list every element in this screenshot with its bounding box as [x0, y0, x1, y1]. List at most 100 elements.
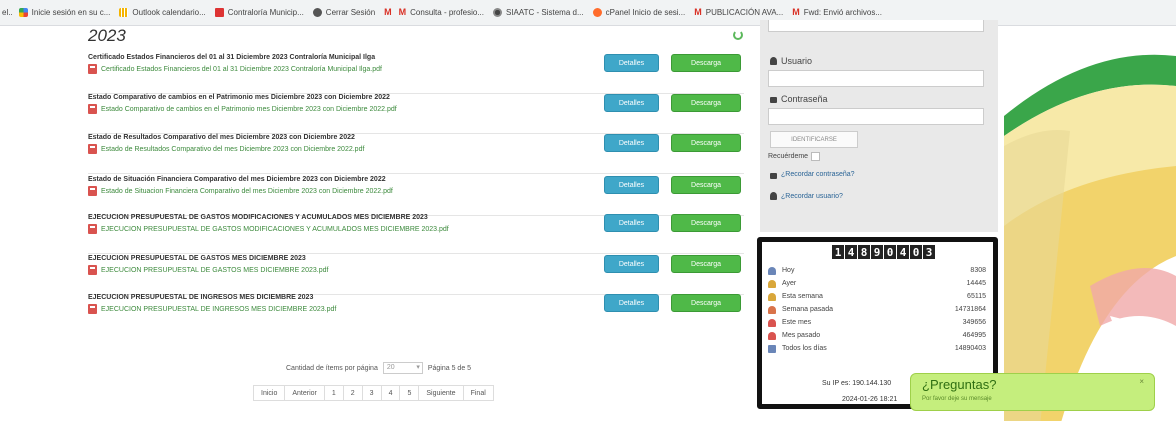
close-icon[interactable]: × — [1139, 377, 1144, 386]
page-4-button[interactable]: 4 — [380, 385, 401, 401]
download-button[interactable]: Descarga — [671, 255, 741, 273]
password-input[interactable] — [768, 108, 984, 125]
site-icon — [312, 8, 322, 17]
page-prev-button[interactable]: Anterior — [284, 385, 325, 401]
bookmark-item[interactable]: M Consulta - profesio... — [399, 8, 484, 18]
bookmark-item[interactable]: M — [384, 8, 396, 17]
document-title: Estado de Situación Financiera Comparati… — [88, 176, 386, 183]
page-first-button[interactable]: Inicio — [253, 385, 286, 401]
counter-digit: 9 — [871, 245, 883, 259]
counter-digit: 1 — [832, 245, 844, 259]
document-file-link[interactable]: EJECUCION PRESUPUESTAL DE INGRESOS MES D… — [88, 304, 336, 314]
bookmark-item[interactable]: Cerrar Sesión — [312, 8, 375, 17]
bookmarks-bar: el.. Inicie sesión en su c... Outlook ca… — [0, 0, 1176, 26]
document-title: Estado de Resultados Comparativo del mes… — [88, 134, 355, 141]
chevron-down-icon: ▾ — [416, 364, 420, 371]
chart-icon — [768, 344, 776, 353]
document-file-link[interactable]: EJECUCION PRESUPUESTAL DE GASTOS MES DIC… — [88, 265, 328, 275]
pdf-icon — [88, 144, 97, 154]
decorative-graphic — [1000, 26, 1176, 421]
bookmark-item[interactable]: Contraloría Municip... — [214, 8, 304, 17]
page-1-button[interactable]: 1 — [323, 385, 344, 401]
document-row: EJECUCION PRESUPUESTAL DE INGRESOS MES D… — [88, 294, 744, 334]
page-last-button[interactable]: Final — [462, 385, 494, 401]
document-title: Certificado Estados Financieros del 01 a… — [88, 54, 376, 61]
login-button[interactable]: IDENTIFICARSE — [770, 131, 858, 148]
gmail-icon: M — [384, 7, 392, 17]
download-button[interactable]: Descarga — [671, 214, 741, 232]
remember-checkbox[interactable] — [811, 152, 821, 161]
chat-widget[interactable]: ¿Preguntas? Por favor deje su mensaje × — [910, 373, 1155, 411]
counter-digits: 14890403 — [832, 245, 936, 259]
document-file-link[interactable]: Certificado Estados Financieros del 01 a… — [88, 64, 382, 74]
lock-icon — [770, 172, 777, 179]
details-button[interactable]: Detalles — [604, 54, 659, 72]
username-input[interactable] — [768, 70, 984, 87]
bookmark-item[interactable]: cPanel Inicio de sesi... — [592, 8, 685, 17]
per-page-label: Cantidad de ítems por página — [286, 364, 378, 372]
bookmark-item[interactable]: M Fwd: Envió archivos... — [792, 7, 882, 18]
users-icon — [768, 266, 776, 275]
document-row: Estado Comparativo de cambios en el Patr… — [88, 94, 744, 134]
bookmarks-overflow[interactable]: el.. — [2, 8, 13, 17]
pdf-icon — [88, 186, 97, 196]
page-next-button[interactable]: Siguiente — [418, 385, 464, 401]
pdf-icon — [88, 64, 97, 74]
counter-digit: 3 — [923, 245, 935, 259]
download-button[interactable]: Descarga — [671, 54, 741, 72]
download-button[interactable]: Descarga — [671, 176, 741, 194]
page-2-button[interactable]: 2 — [342, 385, 363, 401]
details-button[interactable]: Detalles — [604, 294, 659, 312]
document-row: Estado de Resultados Comparativo del mes… — [88, 134, 744, 174]
year-heading: 2023 — [88, 26, 126, 45]
users-icon — [768, 292, 776, 301]
refresh-icon[interactable] — [733, 30, 743, 40]
page-5-button[interactable]: 5 — [399, 385, 420, 401]
documents-panel: 2023 Certificado Estados Financieros del… — [76, 26, 748, 421]
document-file-link[interactable]: Estado de Situacion Financiera Comparati… — [88, 186, 393, 196]
users-icon — [768, 305, 776, 314]
per-page-select[interactable]: 20 ▾ — [382, 362, 423, 374]
document-file-link[interactable]: Estado de Resultados Comparativo del mes… — [88, 144, 364, 154]
details-button[interactable]: Detalles — [604, 214, 659, 232]
details-button[interactable]: Detalles — [604, 94, 659, 112]
pdf-icon — [88, 304, 97, 314]
document-file-link[interactable]: Estado Comparativo de cambios en el Patr… — [88, 104, 397, 114]
stat-row: Ayer 14445 — [768, 277, 986, 290]
pagination: Inicio Anterior 1 2 3 4 5 Siguiente Fina… — [253, 385, 494, 401]
bookmark-item[interactable]: SIAATC - Sistema d... — [492, 8, 584, 17]
download-button[interactable]: Descarga — [671, 94, 741, 112]
stat-row: Mes pasado 464995 — [768, 329, 986, 342]
document-file-link[interactable]: EJECUCION PRESUPUESTAL DE GASTOS MODIFIC… — [88, 224, 449, 234]
users-icon — [768, 331, 776, 340]
details-button[interactable]: Detalles — [604, 255, 659, 273]
document-title: EJECUCION PRESUPUESTAL DE GASTOS MODIFIC… — [88, 214, 428, 221]
bookmark-item[interactable]: Inicie sesión en su c... — [18, 8, 110, 17]
counter-digit: 0 — [910, 245, 922, 259]
stat-row: Todos los días 14890403 — [768, 342, 986, 355]
users-icon — [768, 318, 776, 327]
bookmark-item[interactable]: Outlook calendario... — [119, 8, 206, 17]
password-label: Contraseña — [770, 94, 828, 104]
document-row: EJECUCION PRESUPUESTAL DE GASTOS MES DIC… — [88, 255, 744, 295]
counter-digit: 8 — [858, 245, 870, 259]
page-3-button[interactable]: 3 — [361, 385, 382, 401]
gmail-icon: M — [792, 7, 800, 17]
details-button[interactable]: Detalles — [604, 176, 659, 194]
stat-row: Esta semana 65115 — [768, 290, 986, 303]
download-button[interactable]: Descarga — [671, 294, 741, 312]
counter-digit: 4 — [845, 245, 857, 259]
stat-row: Este mes 349656 — [768, 316, 986, 329]
download-button[interactable]: Descarga — [671, 134, 741, 152]
pdf-icon — [88, 224, 97, 234]
forgot-password-link[interactable]: ¿Recordar contraseña? — [770, 171, 855, 179]
pdf-icon — [88, 104, 97, 114]
top-input-field[interactable] — [768, 20, 984, 32]
ip-address: Su IP es: 190.144.130 — [822, 380, 892, 387]
globe-icon — [492, 8, 502, 17]
details-button[interactable]: Detalles — [604, 134, 659, 152]
forgot-username-link[interactable]: ¿Recordar usuario? — [770, 192, 843, 200]
gmail-icon: M — [694, 7, 702, 17]
bookmark-item[interactable]: M PUBLICACIÓN AVA... — [694, 7, 783, 18]
pagination-info: Cantidad de ítems por página 20 ▾ Página… — [286, 362, 471, 374]
